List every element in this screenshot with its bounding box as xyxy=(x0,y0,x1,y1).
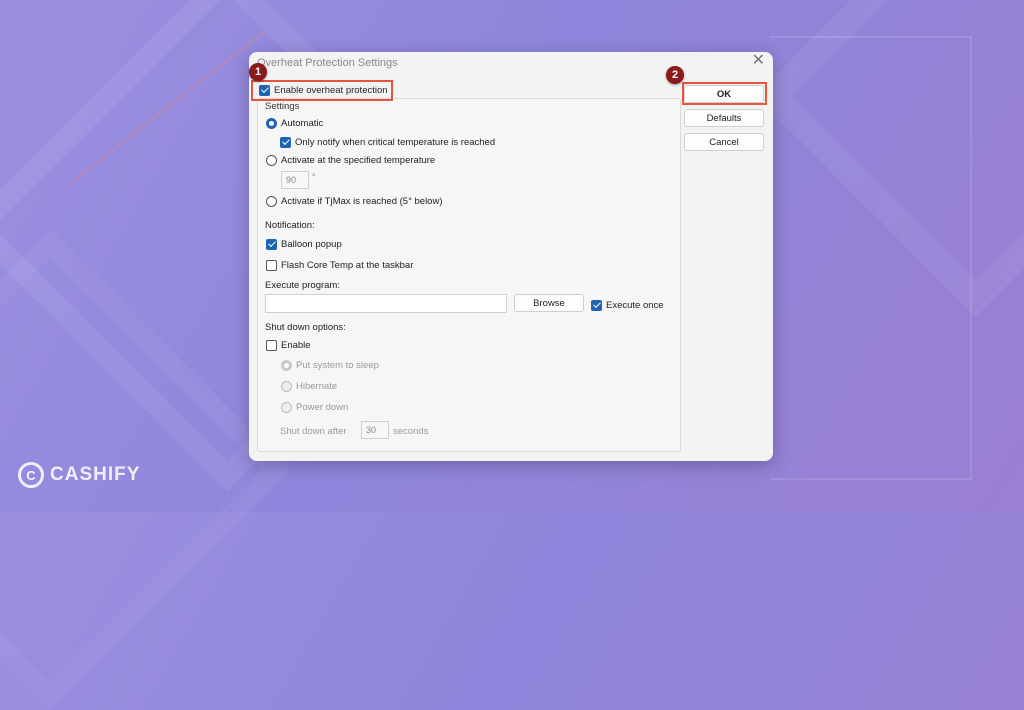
browse-button[interactable]: Browse xyxy=(514,294,584,312)
activate-tjmax-label: Activate if TjMax is reached (5° below) xyxy=(281,196,443,207)
radio-disabled-icon xyxy=(281,402,292,413)
close-icon[interactable]: ✕ xyxy=(752,53,765,69)
overheat-protection-dialog: Overheat Protection Settings ✕ Enable ov… xyxy=(249,52,773,461)
shutdown-heading: Shut down options: xyxy=(265,322,346,333)
radio-unselected-icon xyxy=(266,155,277,166)
cancel-button[interactable]: Cancel xyxy=(684,133,764,151)
shutdown-enable-label: Enable xyxy=(281,340,311,351)
execute-once-checkbox[interactable]: Execute once xyxy=(591,300,664,311)
settings-group-label: Settings xyxy=(263,101,302,112)
shutdown-after-input[interactable]: 30 xyxy=(361,421,389,439)
hibernate-label: Hibernate xyxy=(296,381,338,392)
only-notify-label: Only notify when critical temperature is… xyxy=(295,137,496,148)
temperature-input[interactable]: 90 xyxy=(281,171,309,189)
power-down-radio[interactable]: Power down xyxy=(281,402,348,413)
execute-program-heading: Execute program: xyxy=(265,280,340,291)
radio-unselected-icon xyxy=(266,196,277,207)
activate-specified-label: Activate at the specified temperature xyxy=(281,155,436,166)
shutdown-enable-checkbox[interactable]: Enable xyxy=(266,340,311,351)
execute-once-label: Execute once xyxy=(606,300,664,311)
automatic-label: Automatic xyxy=(281,118,324,129)
checkbox-checked-icon xyxy=(259,85,270,96)
enable-protection-label: Enable overheat protection xyxy=(274,85,388,96)
enable-protection-checkbox[interactable]: Enable overheat protection xyxy=(259,85,388,96)
execute-program-input[interactable] xyxy=(265,294,507,313)
dialog-title: Overheat Protection Settings xyxy=(257,57,398,69)
shutdown-after-label: Shut down after xyxy=(280,426,347,437)
automatic-radio[interactable]: Automatic xyxy=(266,118,323,129)
balloon-popup-label: Balloon popup xyxy=(281,239,342,250)
balloon-popup-checkbox[interactable]: Balloon popup xyxy=(266,239,342,250)
radio-disabled-icon xyxy=(281,381,292,392)
ok-button[interactable]: OK xyxy=(684,85,764,103)
checkbox-checked-icon xyxy=(266,239,277,250)
flash-core-temp-checkbox[interactable]: Flash Core Temp at the taskbar xyxy=(266,260,413,271)
cashify-logo-icon: C xyxy=(18,462,44,488)
defaults-button[interactable]: Defaults xyxy=(684,109,764,127)
checkbox-unchecked-icon xyxy=(266,260,277,271)
checkbox-checked-icon xyxy=(591,300,602,311)
step-marker-2: 2 xyxy=(666,66,684,84)
step-marker-1: 1 xyxy=(249,63,267,81)
hibernate-radio[interactable]: Hibernate xyxy=(281,381,337,392)
flash-core-temp-label: Flash Core Temp at the taskbar xyxy=(281,260,414,271)
activate-specified-radio[interactable]: Activate at the specified temperature xyxy=(266,155,435,166)
settings-group xyxy=(257,98,681,452)
power-down-label: Power down xyxy=(296,402,349,413)
background-frame xyxy=(770,36,972,480)
only-notify-checkbox[interactable]: Only notify when critical temperature is… xyxy=(280,137,495,148)
cashify-logo: C CASHIFY xyxy=(18,462,140,488)
shutdown-after-unit: seconds xyxy=(393,426,429,437)
checkbox-unchecked-icon xyxy=(266,340,277,351)
notification-heading: Notification: xyxy=(265,220,315,231)
activate-tjmax-radio[interactable]: Activate if TjMax is reached (5° below) xyxy=(266,196,443,207)
put-to-sleep-radio[interactable]: Put system to sleep xyxy=(281,360,379,371)
background-line xyxy=(67,30,266,186)
checkbox-checked-icon xyxy=(280,137,291,148)
radio-selected-icon xyxy=(266,118,277,129)
temperature-unit: ° xyxy=(312,172,316,182)
put-to-sleep-label: Put system to sleep xyxy=(296,360,379,371)
radio-disabled-icon xyxy=(281,360,292,371)
cashify-logo-text: CASHIFY xyxy=(50,464,141,485)
